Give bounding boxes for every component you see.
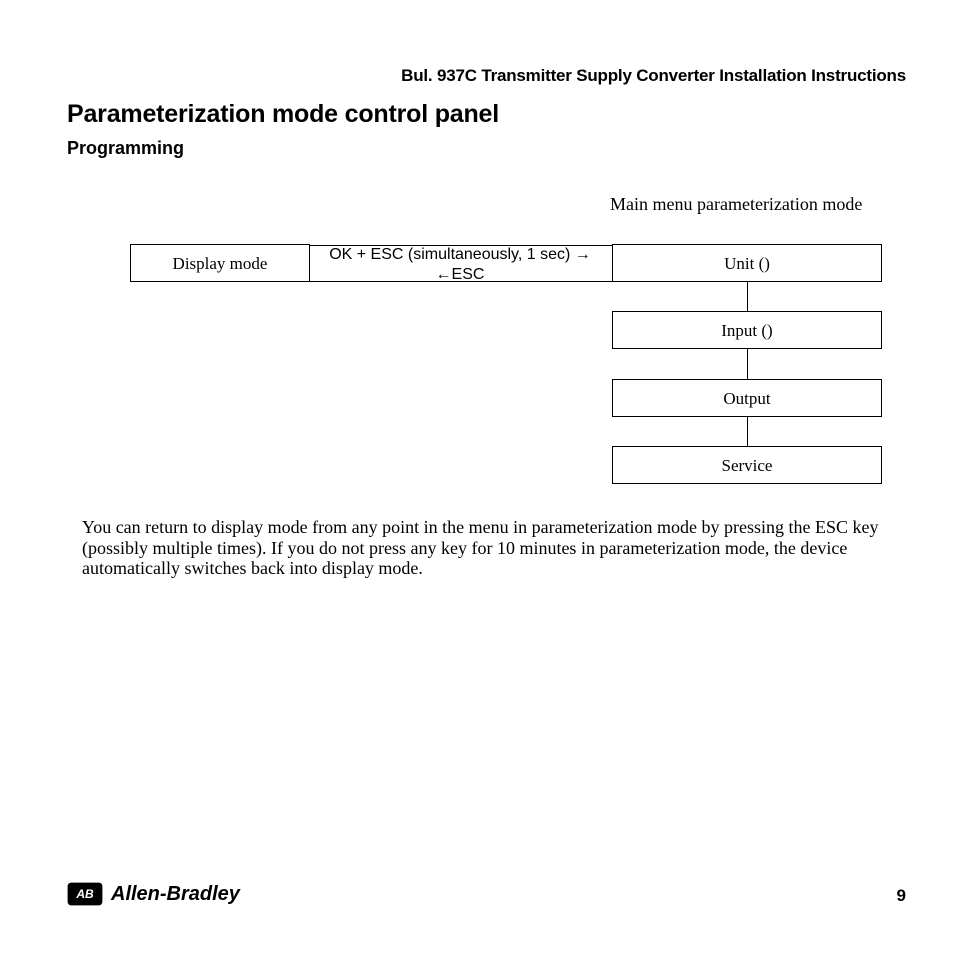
page-number: 9	[897, 886, 906, 906]
svg-text:AB: AB	[75, 887, 94, 901]
connector-line	[747, 282, 748, 311]
arrow-label-exit: ←ESC	[315, 266, 605, 284]
arrow-label-enter: OK + ESC (simultaneously, 1 sec) →	[315, 246, 605, 264]
box-menu-item: Output	[612, 379, 882, 417]
brand-name: Allen-Bradley	[111, 883, 240, 906]
menu-caption: Main menu parameterization mode	[610, 194, 862, 215]
subsection-title: Programming	[67, 138, 184, 159]
brand-logo-icon: AB	[67, 882, 103, 906]
body-paragraph: You can return to display mode from any …	[82, 517, 892, 579]
running-header: Bul. 937C Transmitter Supply Converter I…	[401, 66, 906, 86]
menu-diagram: Display mode OK + ESC (simultaneously, 1…	[130, 244, 910, 494]
brand: AB Allen-Bradley	[67, 882, 906, 906]
box-display-mode: Display mode	[130, 244, 310, 282]
box-menu-item: Unit ()	[612, 244, 882, 282]
connector-line	[747, 417, 748, 446]
connector-line	[747, 349, 748, 379]
page-footer: AB Allen-Bradley 9	[67, 882, 906, 922]
section-title: Parameterization mode control panel	[67, 100, 499, 129]
page: Bul. 937C Transmitter Supply Converter I…	[0, 0, 954, 954]
box-menu-item: Input ()	[612, 311, 882, 349]
box-menu-item: Service	[612, 446, 882, 484]
